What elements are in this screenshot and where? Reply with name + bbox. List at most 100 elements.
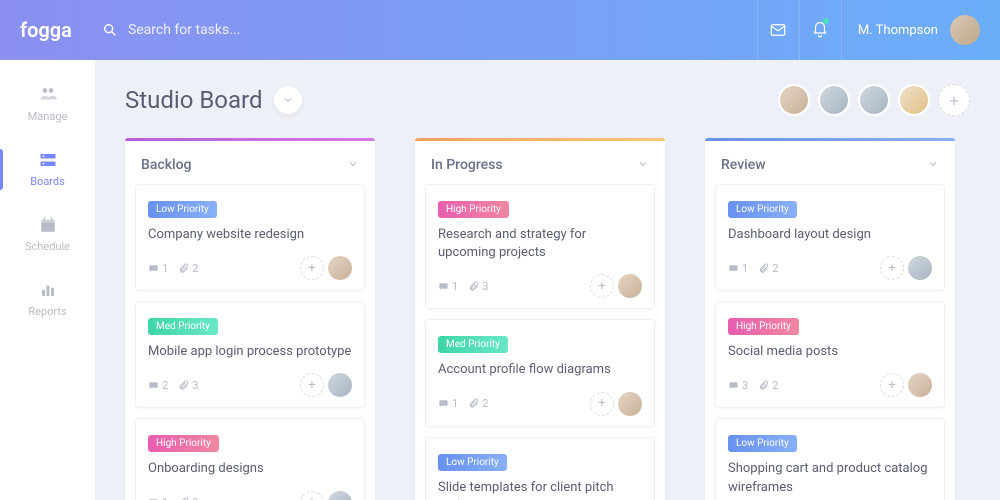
comment-icon (728, 380, 739, 391)
task-card[interactable]: Low Priority Slide templates for client … (425, 437, 655, 500)
attachments-count: 2 (468, 397, 488, 410)
main-content: Studio Board + Backlog (95, 60, 1000, 500)
member-avatar[interactable] (778, 84, 810, 116)
task-card[interactable]: High Priority Onboarding designs 1 2 + (135, 418, 365, 500)
search-icon (102, 22, 118, 38)
board-title: Studio Board (125, 86, 262, 114)
attachment-icon (178, 380, 189, 391)
sidebar-item-label: Reports (28, 305, 66, 318)
column-title: In Progress (431, 157, 503, 173)
add-assignee-button[interactable]: + (880, 373, 904, 397)
task-card[interactable]: Low Priority Shopping cart and product c… (715, 418, 945, 500)
priority-badge: Low Priority (148, 201, 217, 218)
comment-icon (438, 398, 449, 409)
add-assignee-button[interactable]: + (590, 274, 614, 298)
mail-icon (769, 21, 787, 39)
priority-badge: High Priority (728, 318, 799, 335)
priority-badge: High Priority (438, 201, 509, 218)
assignee-avatar[interactable] (618, 392, 642, 416)
attachment-icon (178, 263, 189, 274)
board-title-dropdown[interactable] (274, 86, 302, 114)
comment-icon (728, 263, 739, 274)
board-header: Studio Board + (125, 84, 970, 116)
card-title: Onboarding designs (148, 460, 352, 478)
priority-badge: Low Priority (728, 435, 797, 452)
chevron-down-icon (927, 155, 939, 174)
attachment-icon (758, 263, 769, 274)
card-title: Social media posts (728, 343, 932, 361)
sidebar-item-manage[interactable]: Manage (0, 72, 95, 137)
notifications-button[interactable] (799, 0, 841, 60)
inbox-button[interactable] (757, 0, 799, 60)
calendar-icon (38, 216, 58, 234)
topbar: fogga M. Thompson (0, 0, 1000, 60)
attachments-count: 3 (178, 379, 198, 392)
assignee-avatar[interactable] (328, 256, 352, 280)
sidebar-item-boards[interactable]: Boards (0, 137, 95, 202)
priority-badge: Med Priority (148, 318, 218, 335)
comments-count: 1 (438, 397, 458, 410)
comment-icon (148, 263, 159, 274)
column-review: Review Low Priority Dashboard layout des… (705, 138, 955, 500)
chevron-down-icon (282, 94, 294, 106)
task-card[interactable]: Med Priority Mobile app login process pr… (135, 301, 365, 408)
attachment-icon (468, 281, 479, 292)
comments-count: 1 (148, 496, 168, 500)
card-title: Account profile flow diagrams (438, 361, 642, 379)
add-assignee-button[interactable]: + (590, 392, 614, 416)
task-card[interactable]: Low Priority Dashboard layout design 1 2… (715, 184, 945, 291)
task-card[interactable]: High Priority Research and strategy for … (425, 184, 655, 309)
add-assignee-button[interactable]: + (300, 373, 324, 397)
user-avatar[interactable] (950, 15, 980, 45)
add-assignee-button[interactable]: + (880, 256, 904, 280)
member-avatar[interactable] (898, 84, 930, 116)
task-card[interactable]: High Priority Social media posts 3 2 + (715, 301, 945, 408)
comments-count: 3 (728, 379, 748, 392)
member-avatar[interactable] (818, 84, 850, 116)
card-title: Slide templates for client pitch project (438, 479, 642, 500)
assignee-avatar[interactable] (618, 274, 642, 298)
assignee-avatar[interactable] (328, 373, 352, 397)
column-backlog: Backlog Low Priority Company website red… (125, 138, 375, 500)
notification-dot-icon (823, 18, 829, 24)
search-input[interactable] (128, 22, 428, 38)
task-card[interactable]: Low Priority Company website redesign 1 … (135, 184, 365, 291)
column-header[interactable]: Backlog (125, 141, 375, 184)
comments-count: 1 (438, 280, 458, 293)
task-card[interactable]: Med Priority Account profile flow diagra… (425, 319, 655, 426)
user-name[interactable]: M. Thompson (841, 0, 950, 60)
sidebar-item-label: Boards (30, 175, 65, 188)
people-icon (38, 86, 58, 104)
card-title: Mobile app login process prototype (148, 343, 352, 361)
app-logo: fogga (20, 18, 72, 42)
card-list: Low Priority Dashboard layout design 1 2… (705, 184, 955, 500)
chevron-down-icon (347, 155, 359, 174)
search-wrap[interactable] (102, 22, 757, 38)
card-list: Low Priority Company website redesign 1 … (125, 184, 375, 500)
member-avatar[interactable] (858, 84, 890, 116)
priority-badge: Med Priority (438, 336, 508, 353)
assignee-avatar[interactable] (908, 256, 932, 280)
add-assignee-button[interactable]: + (300, 491, 324, 500)
boards-icon (38, 151, 58, 169)
column-header[interactable]: Review (705, 141, 955, 184)
card-title: Dashboard layout design (728, 226, 932, 244)
attachment-icon (468, 398, 479, 409)
add-member-button[interactable]: + (938, 84, 970, 116)
attachments-count: 2 (178, 262, 198, 275)
assignee-avatar[interactable] (328, 491, 352, 500)
assignee-avatar[interactable] (908, 373, 932, 397)
sidebar: Manage Boards Schedule Reports (0, 60, 95, 500)
attachments-count: 2 (758, 262, 778, 275)
comment-icon (148, 380, 159, 391)
column-header[interactable]: In Progress (415, 141, 665, 184)
attachments-count: 2 (758, 379, 778, 392)
priority-badge: High Priority (148, 435, 219, 452)
sidebar-item-reports[interactable]: Reports (0, 267, 95, 332)
card-list: High Priority Research and strategy for … (415, 184, 665, 500)
add-assignee-button[interactable]: + (300, 256, 324, 280)
sidebar-item-schedule[interactable]: Schedule (0, 202, 95, 267)
card-title: Research and strategy for upcoming proje… (438, 226, 642, 262)
comments-count: 1 (148, 262, 168, 275)
column-title: Backlog (141, 157, 191, 173)
